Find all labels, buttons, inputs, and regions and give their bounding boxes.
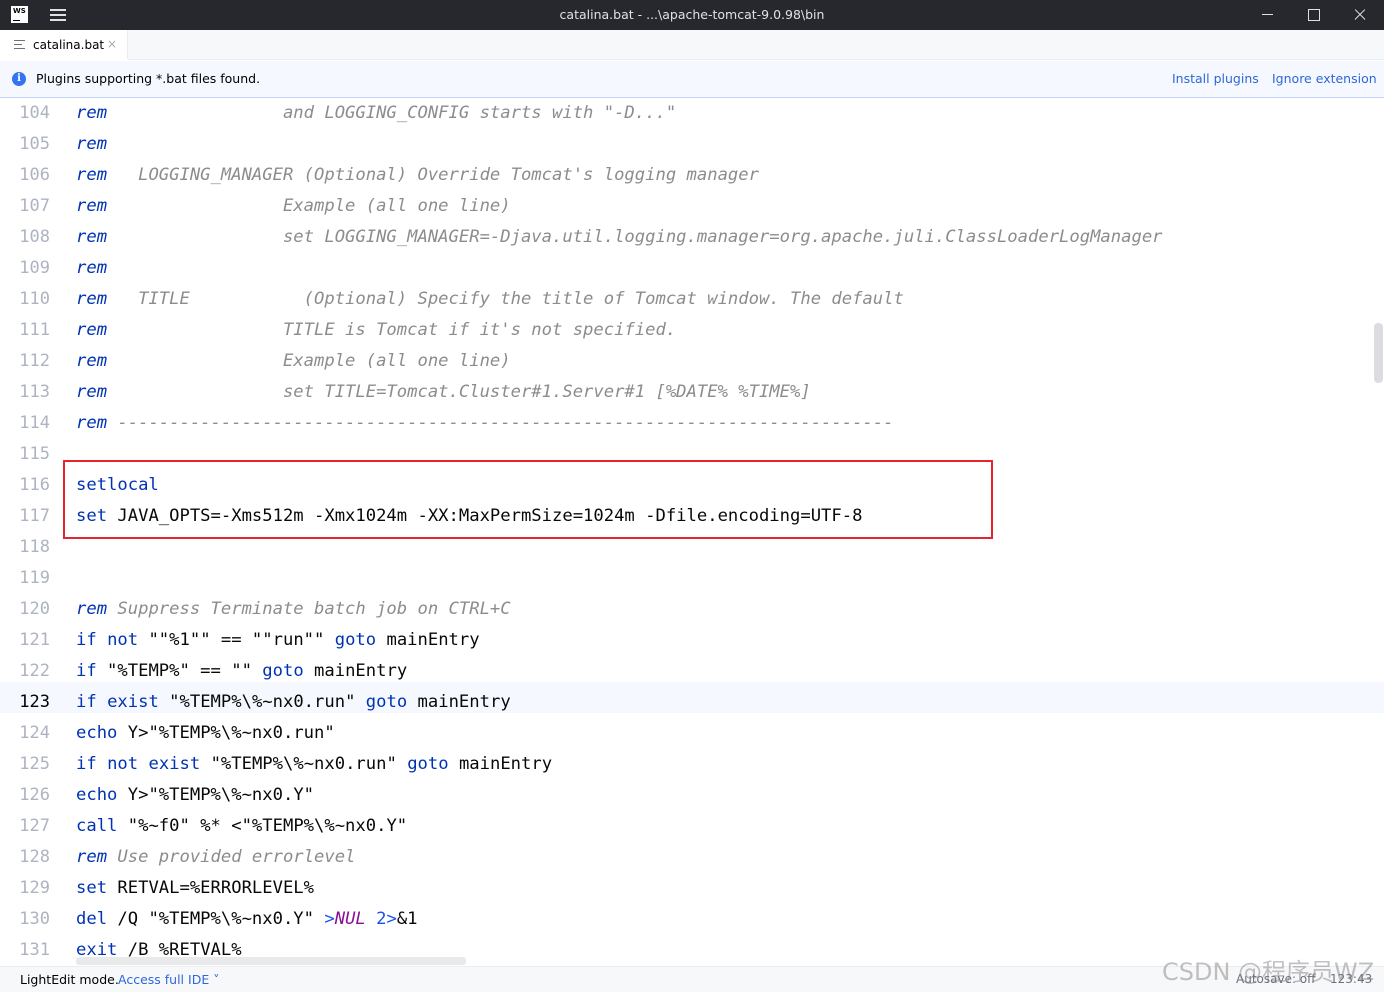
code-line[interactable]: rem Example (all one line) [76, 346, 511, 377]
code-line[interactable]: echo Y>"%TEMP%\%~nx0.Y" [76, 780, 314, 811]
code-line[interactable]: rem Example (all one line) [76, 191, 511, 222]
code-line[interactable]: if not exist "%TEMP%\%~nx0.run" goto mai… [76, 749, 552, 780]
line-number: 129 [19, 878, 50, 898]
code-line[interactable]: rem Use provided errorlevel [76, 842, 355, 873]
code-line[interactable]: rem LOGGING_MANAGER (Optional) Override … [76, 160, 759, 191]
line-number: 131 [19, 940, 50, 960]
code-line[interactable]: echo Y>"%TEMP%\%~nx0.run" [76, 718, 335, 749]
code-line[interactable]: rem TITLE is Tomcat if it's not specifie… [76, 315, 676, 346]
line-number: 122 [19, 661, 50, 681]
lightedit-mode-label: LightEdit mode. [20, 972, 119, 987]
code-line[interactable]: set JAVA_OPTS=-Xms512m -Xmx1024m -XX:Max… [76, 501, 862, 532]
code-line[interactable]: rem [76, 129, 107, 160]
code-line[interactable]: call "%~f0" %* <"%TEMP%\%~nx0.Y" [76, 811, 407, 842]
line-number: 106 [19, 165, 50, 185]
line-number: 115 [19, 444, 50, 464]
watermark: CSDN @程序员WZ [1162, 958, 1375, 986]
line-number: 128 [19, 847, 50, 867]
line-number: 124 [19, 723, 50, 743]
tab-label: catalina.bat [33, 38, 105, 52]
code-line[interactable]: set RETVAL=%ERRORLEVEL% [76, 873, 314, 904]
install-plugins-link[interactable]: Install plugins [1172, 71, 1259, 86]
line-number: 114 [19, 413, 50, 433]
line-number: 123 [19, 692, 50, 712]
line-number: 108 [19, 227, 50, 247]
ignore-extension-link[interactable]: Ignore extension [1272, 71, 1377, 86]
title-bar: WS catalina.bat - ...\apache-tomcat-9.0.… [0, 0, 1384, 30]
code-line[interactable]: rem [76, 253, 107, 284]
line-number: 120 [19, 599, 50, 619]
line-number: 104 [19, 103, 50, 123]
code-line[interactable]: rem and LOGGING_CONFIG starts with "-D..… [76, 98, 676, 129]
line-number: 130 [19, 909, 50, 929]
banner-message: Plugins supporting *.bat files found. [36, 71, 261, 86]
line-number: 111 [19, 320, 50, 340]
code-line[interactable]: rem set LOGGING_MANAGER=-Djava.util.logg… [76, 222, 1163, 253]
code-line[interactable]: rem Suppress Terminate batch job on CTRL… [76, 594, 511, 625]
line-number: 118 [19, 537, 50, 557]
line-number: 127 [19, 816, 50, 836]
text-file-icon [14, 40, 25, 50]
maximize-button[interactable] [1290, 0, 1336, 30]
line-number: 107 [19, 196, 50, 216]
line-number: 125 [19, 754, 50, 774]
window-title: catalina.bat - ...\apache-tomcat-9.0.98\… [559, 7, 825, 22]
close-tab-icon[interactable]: × [107, 37, 117, 51]
code-line[interactable]: rem set TITLE=Tomcat.Cluster#1.Server#1 … [76, 377, 811, 408]
line-number: 121 [19, 630, 50, 650]
code-line[interactable]: rem ------------------------------------… [76, 408, 893, 439]
code-line[interactable]: if not ""%1"" == ""run"" goto mainEntry [76, 625, 480, 656]
close-window-button[interactable] [1337, 0, 1383, 30]
tab-catalina-bat[interactable]: catalina.bat × [0, 30, 128, 61]
line-number: 117 [19, 506, 50, 526]
line-number: 109 [19, 258, 50, 278]
line-number: 119 [19, 568, 50, 588]
line-number: 112 [19, 351, 50, 371]
code-editor[interactable]: 104 rem and LOGGING_CONFIG starts with "-… [0, 98, 1384, 966]
line-number: 105 [19, 134, 50, 154]
line-number: 116 [19, 475, 50, 495]
line-number: 126 [19, 785, 50, 805]
plugin-notification-banner: i Plugins supporting *.bat files found. … [0, 61, 1384, 98]
editor-tab-bar: catalina.bat × [0, 30, 1384, 61]
minimize-button[interactable] [1244, 0, 1290, 30]
code-line[interactable]: exit /B %RETVAL% [76, 935, 242, 966]
access-full-ide-link[interactable]: Access full IDE ˅ [118, 972, 219, 987]
line-number: 110 [19, 289, 50, 309]
code-line[interactable]: if "%TEMP%" == "" goto mainEntry [76, 656, 407, 687]
code-line[interactable]: if exist "%TEMP%\%~nx0.run" goto mainEnt… [76, 687, 511, 718]
code-line[interactable]: rem TITLE (Optional) Specify the title o… [76, 284, 904, 315]
line-number: 113 [19, 382, 50, 402]
code-line[interactable]: del /Q "%TEMP%\%~nx0.Y" >NUL 2>&1 [76, 904, 418, 935]
code-line[interactable]: setlocal [76, 470, 159, 501]
info-icon: i [12, 72, 26, 86]
vertical-scrollbar-thumb[interactable] [1374, 323, 1383, 383]
